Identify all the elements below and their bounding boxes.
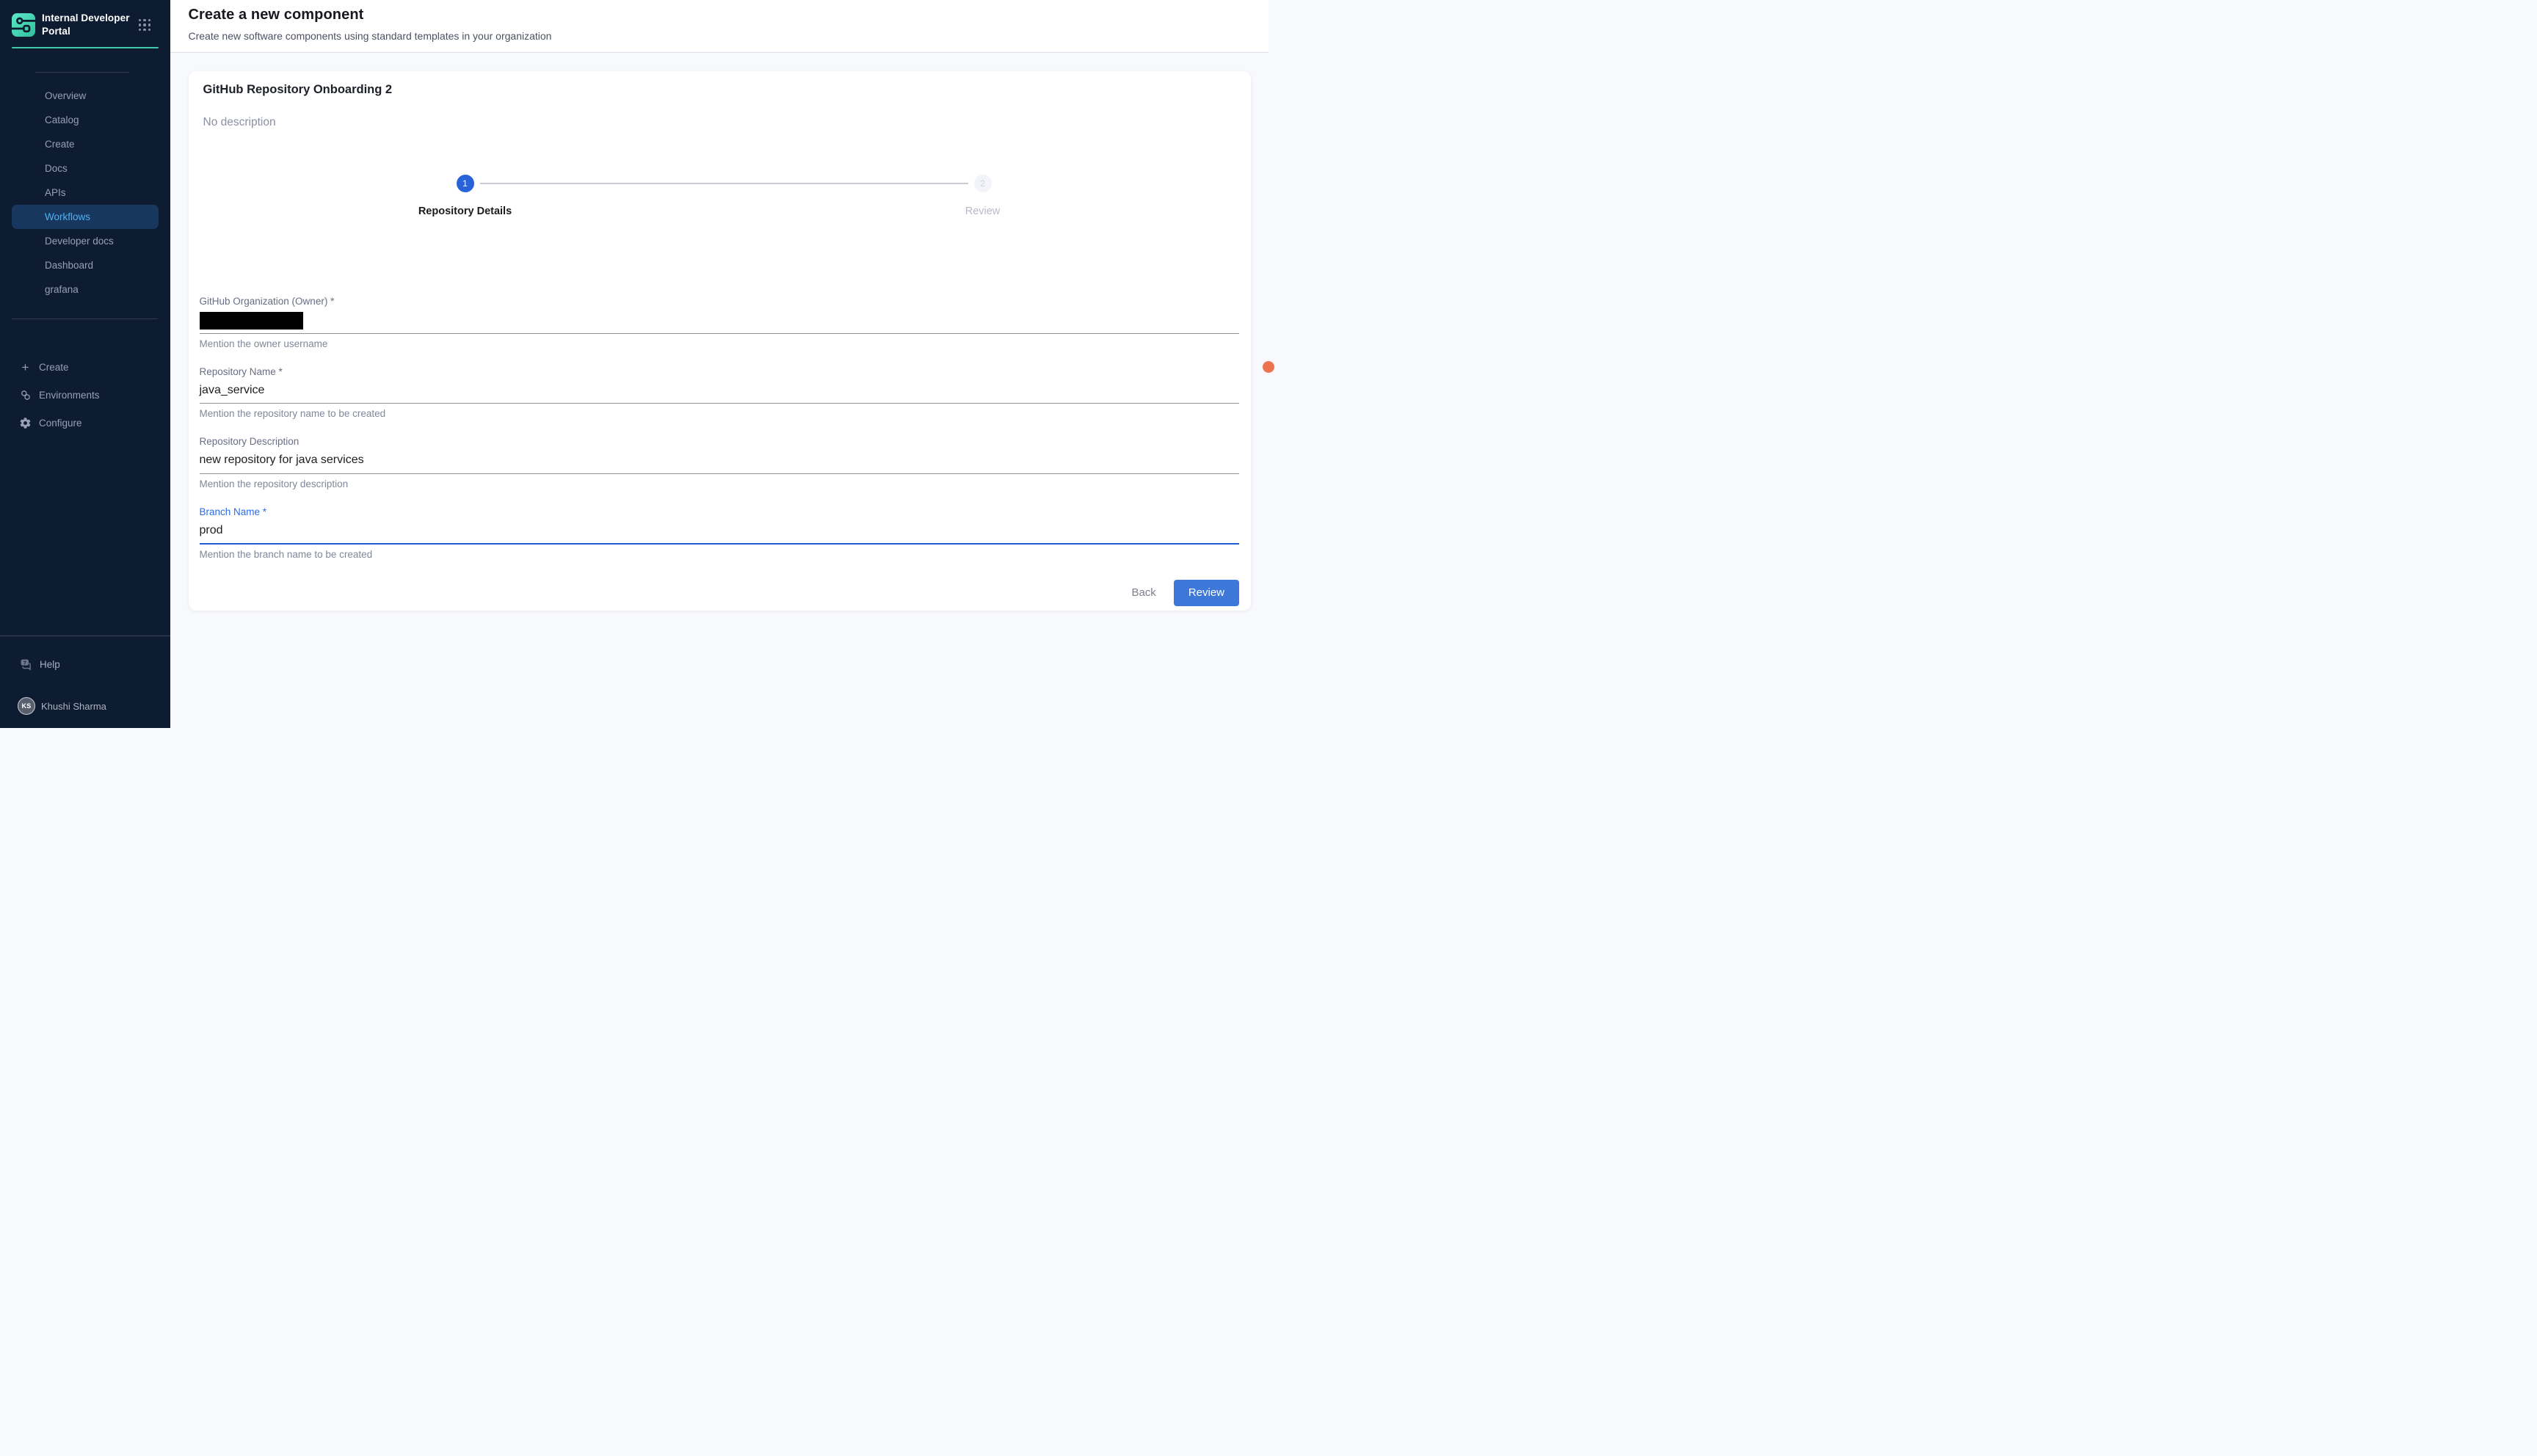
repository-description-input[interactable]: new repository for java services xyxy=(200,452,1240,474)
user-menu[interactable]: KS Khushi Sharma xyxy=(0,696,170,716)
workflow-card: GitHub Repository Onboarding 2 No descri… xyxy=(189,71,1252,611)
sidebar-item-overview[interactable]: Overview xyxy=(12,84,159,108)
sidebar-item-create-new[interactable]: + Create xyxy=(0,353,170,381)
step-1-label: Repository Details xyxy=(418,205,512,217)
hexagons-icon xyxy=(19,389,32,401)
repository-name-helper: Mention the repository name to be create… xyxy=(200,407,1240,420)
branch-name-label: Branch Name * xyxy=(200,506,1240,518)
sidebar-item-configure[interactable]: Configure xyxy=(0,409,170,437)
sidebar-item-label: Configure xyxy=(39,418,82,429)
repository-name-input[interactable]: java_service xyxy=(200,382,1240,404)
workflow-description: No description xyxy=(200,116,1240,129)
gear-icon xyxy=(19,417,32,429)
step-2-label: Review xyxy=(965,205,1001,217)
repository-name-value: java_service xyxy=(200,382,1240,403)
sidebar-item-label: Create xyxy=(39,362,69,373)
apps-grid-icon[interactable] xyxy=(139,19,151,32)
feedback-widget-button[interactable] xyxy=(1263,361,1274,373)
page-title: Create a new component xyxy=(189,7,1269,23)
step-2-circle: 2 xyxy=(974,175,992,192)
brand-title: Internal Developer Portal xyxy=(42,12,139,38)
sidebar-item-environments[interactable]: Environments xyxy=(0,381,170,409)
avatar: KS xyxy=(18,697,35,715)
field-github-organization: GitHub Organization (Owner) * Mention th… xyxy=(200,295,1240,350)
step-labels: Repository Details Review xyxy=(200,205,1240,219)
github-organization-label: GitHub Organization (Owner) * xyxy=(200,295,1240,307)
branch-name-input[interactable]: prod xyxy=(200,523,1240,545)
idp-logo-icon xyxy=(12,13,35,37)
repository-description-label: Repository Description xyxy=(200,435,1240,448)
field-repository-name: Repository Name * java_service Mention t… xyxy=(200,365,1240,421)
page-subtitle: Create new software components using sta… xyxy=(189,30,1269,42)
sidebar-item-docs[interactable]: Docs xyxy=(12,156,159,181)
step-connector-line xyxy=(480,183,968,184)
nav-divider-mid xyxy=(12,318,158,319)
plus-icon: + xyxy=(19,361,32,374)
sidebar-nav: Overview Catalog Create Docs APIs Workfl… xyxy=(0,84,170,302)
branch-name-value: prod xyxy=(200,523,1240,543)
sidebar-secondary-nav: + Create Environments Configu xyxy=(0,353,170,437)
sidebar-item-grafana[interactable]: grafana xyxy=(12,277,159,302)
branch-name-helper: Mention the branch name to be created xyxy=(200,548,1240,561)
sidebar-item-workflows[interactable]: Workflows xyxy=(12,205,159,229)
sidebar-item-catalog[interactable]: Catalog xyxy=(12,108,159,132)
main-area: Create a new component Create new softwa… xyxy=(170,0,1268,728)
help-chat-icon: ? xyxy=(19,658,33,671)
svg-text:?: ? xyxy=(23,659,27,666)
github-organization-input[interactable] xyxy=(200,312,1240,334)
field-repository-description: Repository Description new repository fo… xyxy=(200,435,1240,490)
workflow-title: GitHub Repository Onboarding 2 xyxy=(200,83,1240,97)
brand-row: Internal Developer Portal xyxy=(0,0,170,38)
sidebar-bottom: ? Help KS Khushi Sharma xyxy=(0,636,170,716)
help-button[interactable]: ? Help xyxy=(0,652,170,676)
form-actions: Back Review xyxy=(200,580,1240,606)
field-branch-name: Branch Name * prod Mention the branch na… xyxy=(200,506,1240,561)
sidebar-item-apis[interactable]: APIs xyxy=(12,181,159,205)
sidebar-item-developer-docs[interactable]: Developer docs xyxy=(12,229,159,253)
brand-accent-divider xyxy=(12,47,159,49)
repository-name-label: Repository Name * xyxy=(200,365,1240,378)
repository-details-form: GitHub Organization (Owner) * Mention th… xyxy=(200,295,1240,606)
content-area: GitHub Repository Onboarding 2 No descri… xyxy=(170,53,1268,728)
sidebar-item-create[interactable]: Create xyxy=(12,132,159,156)
stepper: 1 2 xyxy=(200,175,1240,192)
repository-description-value: new repository for java services xyxy=(200,452,1240,473)
page-header: Create a new component Create new softwa… xyxy=(170,0,1268,53)
review-button[interactable]: Review xyxy=(1174,580,1239,606)
help-label: Help xyxy=(40,659,60,670)
user-name: Khushi Sharma xyxy=(41,701,106,712)
repository-description-helper: Mention the repository description xyxy=(200,478,1240,490)
step-1-circle: 1 xyxy=(457,175,474,192)
app-root: Internal Developer Portal Overview Catal… xyxy=(0,0,1268,728)
github-organization-helper: Mention the owner username xyxy=(200,338,1240,350)
back-button[interactable]: Back xyxy=(1124,580,1163,605)
sidebar-item-label: Environments xyxy=(39,390,100,401)
sidebar: Internal Developer Portal Overview Catal… xyxy=(0,0,170,728)
nav-divider-top xyxy=(35,72,129,73)
redacted-value xyxy=(200,312,303,330)
sidebar-item-dashboard[interactable]: Dashboard xyxy=(12,253,159,277)
